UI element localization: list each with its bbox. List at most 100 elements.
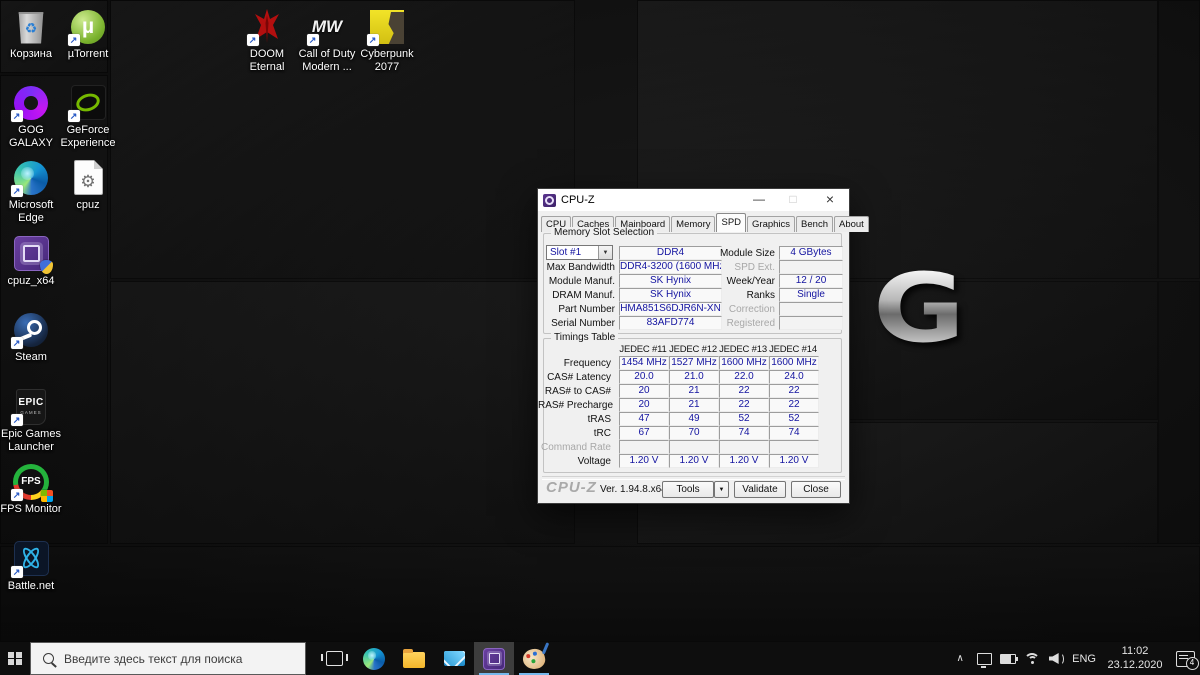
tab-memory[interactable]: Memory — [671, 216, 715, 232]
field-label: Registered — [717, 317, 775, 330]
field-label: Max Bandwidth — [538, 261, 615, 274]
desktop-icon-epic-games[interactable]: EPICGAMES↗ Epic Games Launcher — [0, 388, 62, 454]
part-number-field: HMA851S6DJR6N-XN — [619, 302, 722, 316]
timing-cell: 52 — [719, 412, 769, 426]
taskbar-paint-button[interactable] — [514, 642, 554, 675]
timing-cell: 52 — [769, 412, 819, 426]
title-bar[interactable]: CPU-Z — □ × — [538, 189, 849, 211]
display-sync-icon[interactable] — [976, 651, 992, 667]
ranks-field: Single — [779, 288, 843, 302]
timing-cell: 20 — [619, 398, 669, 412]
desktop-icon-recycle-bin[interactable]: ♻ Корзина — [0, 8, 62, 61]
validate-button[interactable]: Validate — [734, 481, 786, 498]
field-label: Module Size — [717, 247, 775, 260]
row-label: tRAS — [538, 413, 611, 426]
timing-cell: 1600 MHz — [719, 356, 769, 370]
taskbar-cpuz-button[interactable] — [474, 642, 514, 675]
taskbar-explorer-button[interactable] — [394, 642, 434, 675]
notification-badge: 4 — [1186, 657, 1199, 670]
timing-cell — [769, 440, 819, 454]
timing-cell: 21 — [669, 398, 719, 412]
correction-field — [779, 302, 843, 316]
action-center-button[interactable]: 4 — [1174, 651, 1196, 667]
close-window-button[interactable]: Close — [791, 481, 841, 498]
taskbar: Введите здесь текст для поиска ∧ ENG 11:… — [0, 642, 1200, 675]
timing-cell: 21.0 — [669, 370, 719, 384]
timing-cell: 47 — [619, 412, 669, 426]
desktop-icon-microsoft-edge[interactable]: ↗ Microsoft Edge — [0, 159, 62, 225]
desktop-icon-battle-net[interactable]: ↗ Battle.net — [0, 540, 62, 593]
timing-cell — [669, 440, 719, 454]
desktop-icon-cyberpunk-2077[interactable]: ↗ Cyberpunk 2077 — [356, 8, 418, 74]
tab-graphics[interactable]: Graphics — [747, 216, 795, 232]
desktop-icon-cpuz-x64[interactable]: cpuz_x64 — [0, 235, 62, 288]
desktop-icon-cod-mw[interactable]: MW↗ Call of Duty Modern ... — [296, 8, 358, 74]
timing-cell: 70 — [669, 426, 719, 440]
field-label: SPD Ext. — [717, 261, 775, 274]
cpuz-app-icon — [543, 194, 556, 207]
clock-date: 23.12.2020 — [1104, 659, 1166, 673]
desktop-icon-steam[interactable]: ↗ Steam — [0, 311, 62, 364]
tab-bench[interactable]: Bench — [796, 216, 833, 232]
task-view-icon — [326, 651, 343, 666]
spd-ext-field — [779, 260, 843, 274]
version-text: Ver. 1.94.8.x64 — [600, 484, 667, 495]
taskbar-mail-button[interactable] — [434, 642, 474, 675]
column-header: JEDEC #13 — [719, 344, 767, 356]
icon-label: Epic Games Launcher — [0, 428, 62, 454]
start-button[interactable] — [0, 642, 30, 675]
registered-field — [779, 316, 843, 330]
timing-cell: 1454 MHz — [619, 356, 669, 370]
desktop-icon-utorrent[interactable]: µ↗ µTorrent — [57, 8, 119, 61]
tab-about[interactable]: About — [834, 216, 869, 232]
cpuz-chip-icon — [483, 648, 505, 670]
timing-cell: 24.0 — [769, 370, 819, 384]
close-button[interactable]: × — [816, 189, 844, 210]
tray-overflow-chevron-icon[interactable]: ∧ — [952, 651, 968, 667]
icon-label: GOG GALAXY — [0, 124, 62, 150]
desktop-icon-gog-galaxy[interactable]: ↗ GOG GALAXY — [0, 84, 62, 150]
shortcut-arrow-icon: ↗ — [11, 489, 23, 501]
paint-icon — [521, 646, 547, 670]
system-tray: ∧ ENG 11:02 23.12.2020 4 — [952, 642, 1196, 675]
window-title: CPU-Z — [561, 194, 595, 206]
language-indicator[interactable]: ENG — [1072, 653, 1096, 665]
shortcut-arrow-icon: ↗ — [307, 34, 319, 46]
timing-cell: 1600 MHz — [769, 356, 819, 370]
field-label: Ranks — [717, 289, 775, 302]
wallpaper-panel — [1158, 0, 1200, 279]
maximize-button: □ — [779, 189, 807, 210]
taskbar-edge-button[interactable] — [354, 642, 394, 675]
week-year-field: 12 / 20 — [779, 274, 843, 288]
tools-button[interactable]: Tools — [662, 481, 714, 498]
field-label: Serial Number — [538, 317, 615, 330]
tools-dropdown-button[interactable]: ▼ — [714, 481, 729, 498]
mail-icon — [444, 651, 465, 666]
slot-selector[interactable]: Slot #1 ▼ — [546, 245, 613, 260]
volume-icon[interactable] — [1048, 651, 1064, 667]
shortcut-arrow-icon: ↗ — [11, 110, 23, 122]
shortcut-arrow-icon: ↗ — [367, 34, 379, 46]
taskbar-search-input[interactable]: Введите здесь текст для поиска — [30, 642, 306, 675]
desktop-icon-cpuz-file[interactable]: ⚙ cpuz — [57, 159, 119, 212]
groupbox-legend: Memory Slot Selection — [551, 227, 657, 238]
groupbox-legend: Timings Table — [551, 332, 618, 343]
tab-spd[interactable]: SPD — [716, 213, 746, 232]
battery-icon[interactable] — [1000, 651, 1016, 667]
task-view-button[interactable] — [314, 642, 354, 675]
chevron-down-icon[interactable]: ▼ — [598, 246, 612, 259]
module-size-field: 4 GBytes — [779, 246, 843, 260]
wifi-icon[interactable] — [1024, 651, 1040, 667]
minimize-button[interactable]: — — [745, 189, 773, 210]
desktop-icon-doom-eternal[interactable]: ↗ DOOM Eternal — [236, 8, 298, 74]
desktop-icon-fps-monitor[interactable]: FPS↗ FPS Monitor — [0, 463, 62, 516]
clock[interactable]: 11:02 23.12.2020 — [1104, 645, 1166, 673]
icon-label: cpuz_x64 — [7, 275, 54, 288]
desktop-icon-geforce-experience[interactable]: ↗ GeForce Experience — [57, 84, 119, 150]
cpuz-file-icon: ⚙ — [74, 160, 103, 195]
field-label: Correction — [717, 303, 775, 316]
timing-cell: 20 — [619, 384, 669, 398]
timing-cell: 22.0 — [719, 370, 769, 384]
cpuz-brand-logo: CPU-Z — [546, 479, 597, 496]
slot-selected-value: Slot #1 — [547, 247, 598, 258]
